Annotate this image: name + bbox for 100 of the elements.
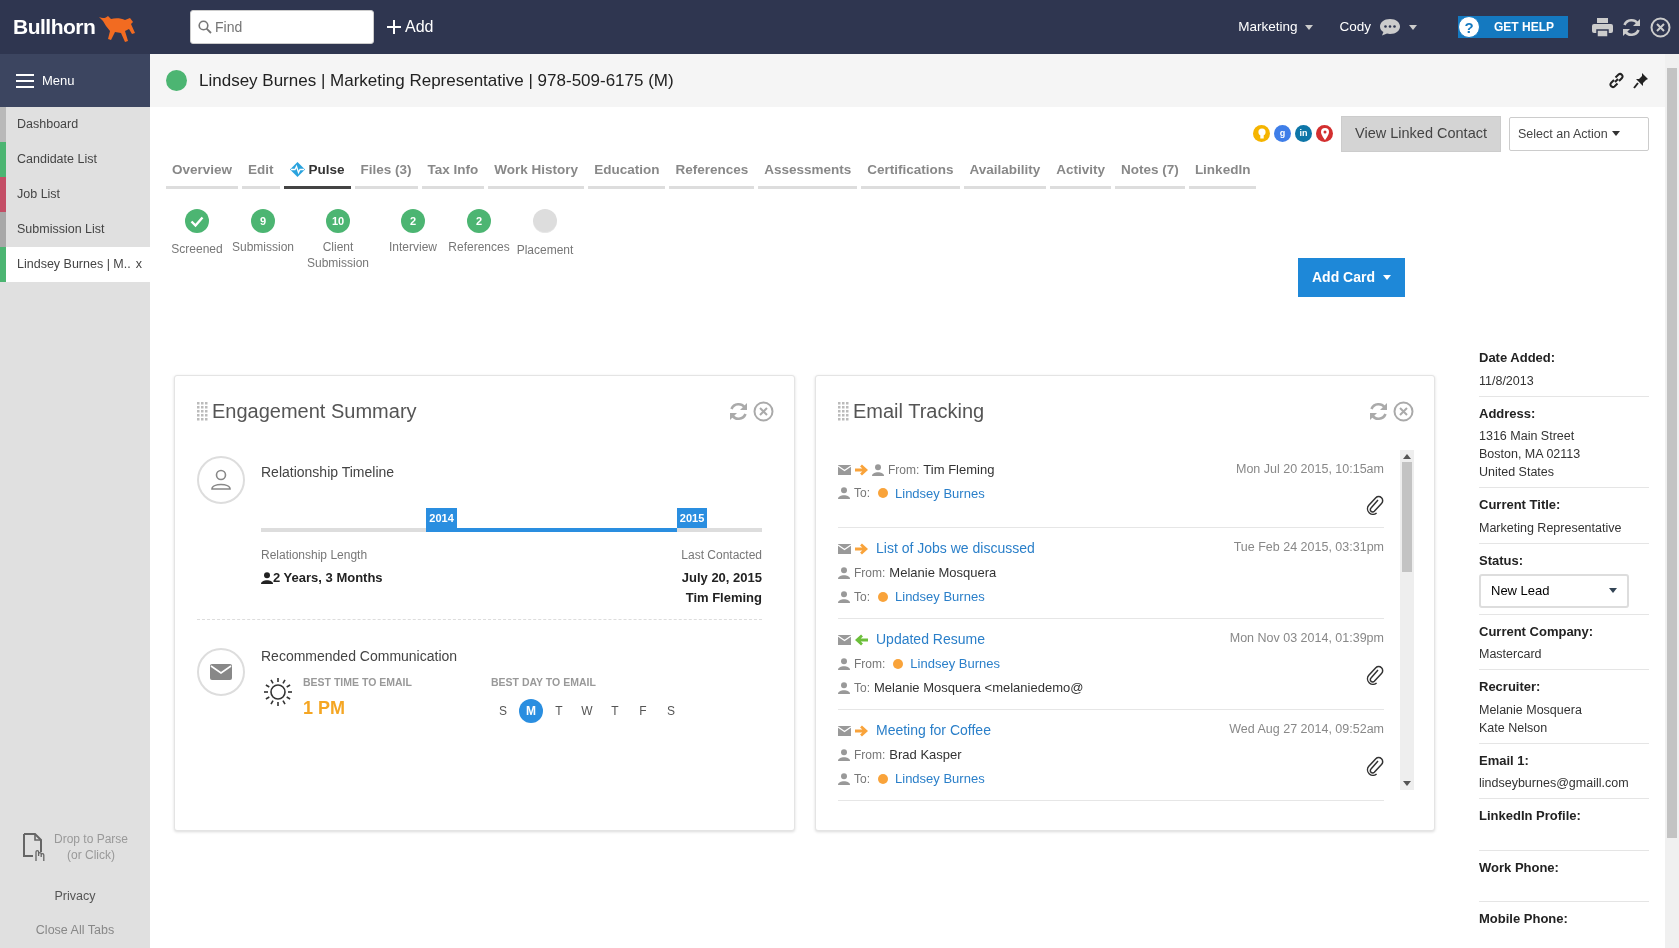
- contact-name: Brad Kasper: [889, 746, 962, 765]
- sidebar-tab[interactable]: Lindsey Burnes | M.. x: [0, 247, 150, 282]
- tab[interactable]: Certifications: [861, 153, 960, 189]
- close-tab-button[interactable]: x: [135, 255, 142, 274]
- weekday: T: [610, 702, 620, 720]
- tab[interactable]: Tax Info: [421, 153, 485, 189]
- weekday: T: [554, 702, 564, 720]
- caret-icon: [1383, 275, 1391, 280]
- field-label: From:: [854, 747, 886, 765]
- empty-stage-circle: [533, 209, 557, 233]
- tab[interactable]: Files (3): [354, 153, 418, 189]
- arrow-right-icon: [855, 542, 868, 555]
- linkedin-icon[interactable]: in: [1295, 125, 1313, 143]
- field-label: Current Title:: [1479, 496, 1562, 514]
- year-marker: 2014: [426, 507, 457, 528]
- status-dot: [878, 773, 888, 784]
- contact-link[interactable]: Lindsey Burnes: [910, 654, 1000, 674]
- tab[interactable]: References: [669, 153, 755, 189]
- close-all-tabs-link[interactable]: Close All Tabs: [35, 921, 115, 940]
- paperclip-icon[interactable]: [1366, 495, 1384, 516]
- tab[interactable]: Assessments: [758, 153, 858, 189]
- tab[interactable]: LinkedIn: [1188, 153, 1257, 189]
- tab[interactable]: Notes (7): [1115, 153, 1185, 189]
- count-badge: 9: [251, 209, 275, 233]
- person-icon: [261, 571, 273, 584]
- tab[interactable]: Education: [588, 153, 666, 189]
- menu-button[interactable]: Menu: [0, 54, 150, 107]
- email-subject-link[interactable]: Updated Resume: [876, 629, 985, 651]
- status-dot: [878, 488, 888, 499]
- email-subject-link[interactable]: Meeting for Coffee: [876, 720, 991, 742]
- scroll-down-icon[interactable]: [1403, 781, 1411, 786]
- scrollbar[interactable]: [1400, 450, 1414, 790]
- printer-icon[interactable]: [1592, 17, 1613, 37]
- field-label: From:: [854, 565, 886, 583]
- weekday: W: [580, 702, 594, 720]
- email-date: Mon Nov 03 2014, 01:39pm: [1229, 630, 1384, 648]
- field-label: Last Contacted: [681, 547, 762, 564]
- field-label: Relationship Length: [261, 547, 369, 564]
- field-label: Work Phone:: [1479, 858, 1560, 877]
- tab[interactable]: Edit: [242, 153, 280, 189]
- field-label: Email 1:: [1479, 751, 1530, 770]
- stage-label: References: [448, 239, 510, 255]
- refresh-icon[interactable]: [1621, 16, 1642, 38]
- person-icon: [838, 567, 850, 580]
- field-label: BEST TIME TO EMAIL: [303, 675, 412, 690]
- tab[interactable]: Availability: [963, 153, 1047, 189]
- tab[interactable]: Overview: [166, 153, 239, 189]
- google-icon[interactable]: g: [1274, 125, 1292, 143]
- tab[interactable]: Pulse: [283, 153, 351, 189]
- arrow-left-icon: [855, 633, 868, 646]
- caret-icon: [1305, 24, 1314, 30]
- drag-handle-icon[interactable]: [197, 401, 208, 421]
- action-select[interactable]: Select an Action: [1509, 116, 1649, 152]
- link-icon[interactable]: [1608, 72, 1625, 89]
- add-card-button[interactable]: Add Card: [1298, 258, 1405, 297]
- search-field[interactable]: Find: [190, 10, 374, 44]
- status-select[interactable]: New Lead: [1479, 574, 1629, 608]
- card-title: Email Tracking: [853, 399, 985, 424]
- field-label: Status:: [1479, 551, 1525, 570]
- field-label: Mobile Phone:: [1479, 910, 1569, 928]
- pin-icon[interactable]: [1633, 72, 1649, 89]
- person-icon: [838, 487, 850, 500]
- drag-handle-icon[interactable]: [838, 401, 849, 421]
- email-date: Wed Aug 27 2014, 09:52am: [1229, 721, 1384, 739]
- add-button[interactable]: Add: [382, 10, 439, 44]
- map-pin-icon[interactable]: [1316, 125, 1334, 143]
- view-linked-contact-button[interactable]: View Linked Contact: [1341, 116, 1501, 152]
- contact-link[interactable]: Lindsey Burnes: [895, 768, 985, 789]
- drop-to-parse-text: Drop to Parse (or Click): [53, 830, 128, 863]
- logo-text: Bullhorn: [13, 14, 96, 41]
- field-value: Kate Nelson: [1479, 719, 1549, 737]
- page-scrollbar[interactable]: [1665, 54, 1679, 948]
- check-icon: [185, 209, 209, 233]
- email-subject-link[interactable]: List of Jobs we discussed: [876, 538, 1035, 560]
- get-help-button[interactable]: ? GET HELP: [1458, 16, 1568, 38]
- tab[interactable]: Work History: [488, 153, 585, 189]
- weekday: M: [519, 698, 543, 723]
- scroll-up-icon[interactable]: [1403, 454, 1411, 459]
- field-label: Current Company:: [1479, 622, 1595, 641]
- tab[interactable]: Activity: [1050, 153, 1112, 189]
- contact-link[interactable]: Lindsey Burnes: [895, 586, 985, 607]
- email-link[interactable]: lindseyburnes@gmaill.com: [1479, 774, 1649, 792]
- file-hand-icon[interactable]: [21, 831, 46, 862]
- close-icon[interactable]: [1650, 16, 1671, 38]
- user-menu[interactable]: Cody: [1338, 15, 1418, 39]
- arrow-right-icon: [855, 463, 868, 476]
- paperclip-icon[interactable]: [1366, 664, 1384, 685]
- section-title: Recommended Communication: [261, 647, 459, 666]
- field-label: LinkedIn Profile:: [1479, 807, 1582, 825]
- menu-icon[interactable]: [16, 73, 34, 88]
- department-menu[interactable]: Marketing: [1237, 15, 1315, 39]
- mail-icon: [838, 464, 851, 475]
- last-contacted-date: July 20, 2015: [681, 569, 762, 587]
- stage-label: Submission: [232, 239, 294, 255]
- best-time: 1 PM: [303, 696, 346, 720]
- privacy-link[interactable]: Privacy: [54, 886, 96, 906]
- scrollbar-thumb[interactable]: [1402, 462, 1412, 572]
- relationship-length: 2 Years, 3 Months: [273, 569, 383, 587]
- contact-link[interactable]: Lindsey Burnes: [895, 483, 985, 503]
- paperclip-icon[interactable]: [1366, 755, 1384, 776]
